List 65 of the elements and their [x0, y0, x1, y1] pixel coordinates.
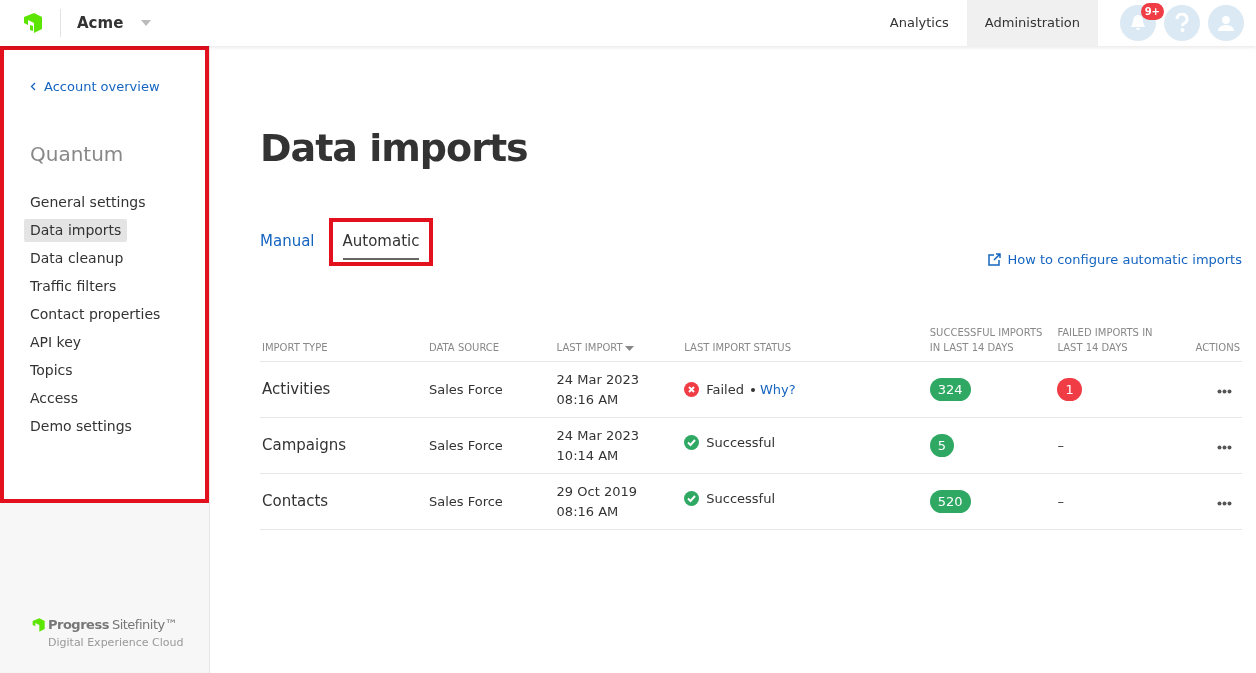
sidebar-item[interactable]: Contact properties	[24, 303, 167, 326]
sidebar-item[interactable]: Traffic filters	[24, 275, 123, 298]
table-cell: Contacts	[262, 492, 329, 511]
more-button[interactable]	[1217, 500, 1232, 506]
status-text: Successful	[706, 489, 775, 508]
more-button[interactable]	[1217, 444, 1232, 450]
table-cell: Campaigns	[262, 436, 346, 455]
column-header: DATA SOURCE	[428, 342, 500, 354]
table-cell: Sales Force	[428, 381, 503, 397]
time-text: 08:16 AM	[556, 502, 620, 521]
section-title: Quantum	[30, 141, 125, 168]
question-icon	[1175, 13, 1189, 33]
column-header: LAST IMPORT STATUS	[684, 342, 792, 354]
external-link-icon	[987, 252, 1001, 266]
time-text: 10:14 AM	[556, 446, 620, 465]
sidebar-item[interactable]: Demo settings	[24, 415, 138, 438]
status-text: Failed	[706, 380, 744, 399]
bullet-icon	[751, 387, 755, 392]
nav-tab[interactable]: Analytics	[871, 0, 967, 46]
failed-count: 1	[1057, 377, 1082, 402]
why-link[interactable]: Why?	[760, 379, 796, 400]
date-text: 24 Mar 2023	[556, 427, 640, 446]
date-text: 24 Mar 2023	[556, 371, 640, 390]
more-icon	[1217, 388, 1232, 394]
brand-name: Progress	[48, 616, 109, 634]
tab[interactable]: Manual	[260, 223, 315, 259]
user-icon	[1217, 14, 1235, 32]
column-header: IMPORT TYPE	[262, 342, 328, 354]
caret-icon	[141, 20, 152, 26]
tab[interactable]: Automatic	[342, 223, 420, 261]
success-count: 324	[929, 377, 971, 402]
date-text: 29 Oct 2019	[556, 483, 638, 502]
column-header: FAILED IMPORTS IN LAST 14 DAYS	[1057, 327, 1153, 354]
sidebar-item[interactable]: Data cleanup	[24, 247, 130, 270]
chevron-left-icon	[30, 82, 36, 91]
failed-count: –	[1057, 493, 1064, 509]
sidebar-item[interactable]: General settings	[24, 191, 152, 214]
sidebar-item[interactable]: Data imports	[24, 219, 128, 242]
time-text: 08:16 AM	[556, 390, 620, 409]
table-cell: Activities	[262, 380, 331, 399]
page-title: Data imports	[260, 126, 529, 172]
column-header: SUCCESSFUL IMPORTS IN LAST 14 DAYS	[929, 327, 1043, 354]
more-icon	[1217, 444, 1232, 450]
help-link[interactable]: How to configure automatic imports	[987, 249, 1242, 270]
site-switcher[interactable]: Acme	[77, 11, 152, 35]
sidebar-item[interactable]: Topics	[24, 359, 79, 382]
table-cell: Sales Force	[428, 437, 503, 453]
sidebar-item[interactable]: Access	[24, 387, 84, 410]
nav-tab[interactable]: Administration	[966, 0, 1098, 46]
product-name: Sitefinity™	[111, 616, 178, 634]
more-button[interactable]	[1217, 388, 1232, 394]
notification-count: 9+	[1140, 3, 1164, 20]
failed-count: –	[1057, 437, 1064, 453]
status-text: Successful	[706, 433, 775, 452]
more-icon	[1217, 500, 1232, 506]
bell-icon	[1129, 14, 1147, 32]
tagline: Digital Experience Cloud	[48, 634, 185, 651]
success-count: 520	[929, 489, 971, 514]
success-count: 5	[929, 433, 955, 458]
back-link[interactable]: Account overview	[30, 76, 160, 97]
logo-icon	[30, 616, 46, 633]
column-header: ACTIONS	[1195, 342, 1240, 354]
column-header[interactable]: LAST IMPORT	[556, 342, 623, 354]
sidebar-item[interactable]: API key	[24, 331, 88, 354]
table-cell: Sales Force	[428, 493, 503, 509]
